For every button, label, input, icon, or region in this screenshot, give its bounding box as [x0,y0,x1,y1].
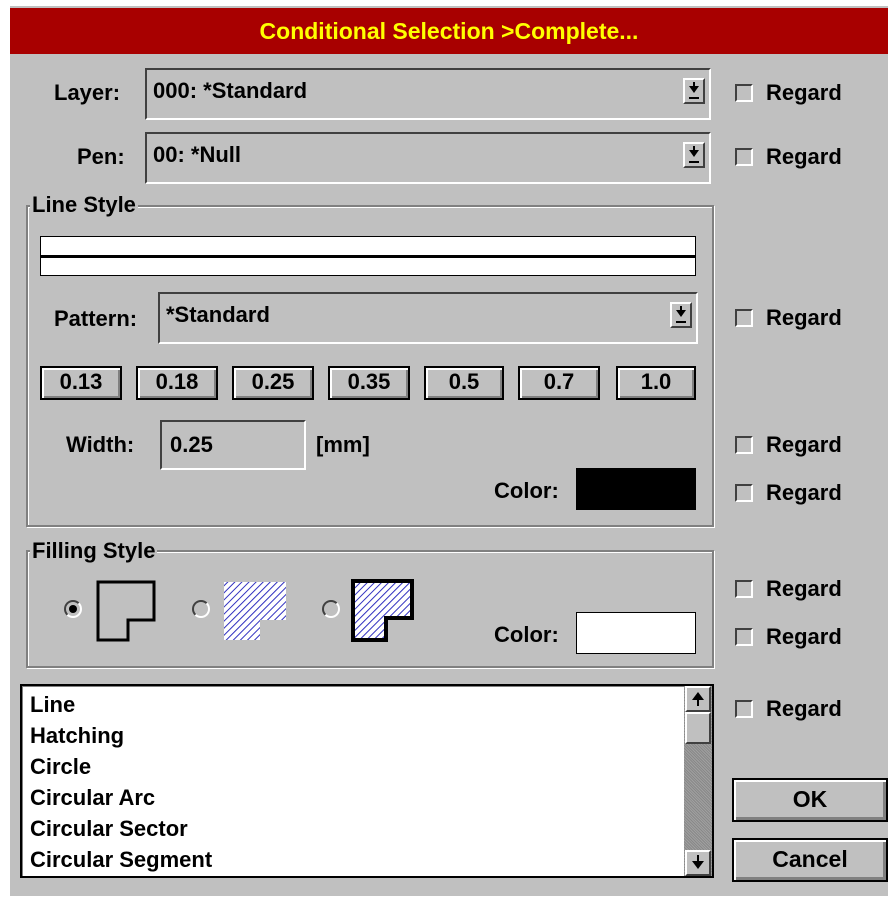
line-color-regard-label: Regard [766,480,842,505]
pattern-value: *Standard [166,302,270,327]
layer-regard-checkbox[interactable] [735,84,753,102]
cancel-button[interactable]: Cancel [732,838,888,882]
fill-style-regard-checkbox[interactable] [735,580,753,598]
element-type-list[interactable]: Line Hatching Circle Circular Arc Circul… [20,684,714,878]
list-item[interactable]: Circular Arc [30,785,155,811]
layer-label: Layer: [54,80,121,105]
fill-color-regard-checkbox[interactable] [735,628,753,646]
width-preset-button[interactable]: 0.5 [424,366,504,400]
pen-value: 00: *Null [153,142,242,167]
line-preview [40,236,696,276]
element-type-regard-checkbox[interactable] [735,700,753,718]
pattern-regard-label: Regard [766,305,842,330]
width-regard-label: Regard [766,432,842,457]
list-scrollbar[interactable] [684,686,712,876]
fill-empty-shape-icon [96,580,156,642]
list-item[interactable]: Hatching [30,723,124,749]
filling-style-title: Filling Style [30,538,158,564]
dropdown-arrow-icon[interactable] [683,142,705,168]
layer-value: 000: *Standard [153,78,308,103]
line-color-label: Color: [494,478,559,503]
pen-regard-checkbox[interactable] [735,148,753,166]
scroll-down-arrow-icon[interactable] [685,850,711,876]
scroll-up-arrow-icon[interactable] [685,686,711,712]
ok-button[interactable]: OK [732,778,888,822]
width-preset-button[interactable]: 1.0 [616,366,696,400]
width-preset-button[interactable]: 0.35 [328,366,410,400]
fill-style-regard-label: Regard [766,576,842,601]
pattern-combo[interactable]: *Standard [158,292,698,344]
title-bar: Conditional Selection >Complete... [10,8,888,54]
fill-hatched-shape-icon [224,582,286,640]
pattern-label: Pattern: [54,306,138,331]
pattern-regard-checkbox[interactable] [735,309,753,327]
element-type-regard-label: Regard [766,696,842,721]
fill-none-radio[interactable] [64,600,82,618]
pen-combo[interactable]: 00: *Null [145,132,711,184]
list-item[interactable]: Circular Sector [30,816,188,842]
line-style-title: Line Style [30,192,138,218]
fill-hatched-outline-shape-icon [351,579,414,642]
fill-color-swatch[interactable] [576,612,696,654]
list-item[interactable]: Line [30,692,75,718]
list-item[interactable]: Circle [30,754,91,780]
line-color-swatch[interactable] [576,468,696,510]
width-label: Width: [66,432,135,457]
line-color-regard-checkbox[interactable] [735,484,753,502]
fill-color-regard-label: Regard [766,624,842,649]
fill-hatched-outline-radio[interactable] [322,600,340,618]
fill-color-label: Color: [494,622,559,647]
width-preset-button[interactable]: 0.7 [518,366,600,400]
width-regard-checkbox[interactable] [735,436,753,454]
dropdown-arrow-icon[interactable] [683,78,705,104]
layer-combo[interactable]: 000: *Standard [145,68,711,120]
width-input[interactable]: 0.25 [160,420,306,470]
scroll-thumb[interactable] [685,712,711,744]
list-item[interactable]: Circular Segment [30,847,212,873]
fill-hatched-radio[interactable] [192,600,210,618]
dropdown-arrow-icon[interactable] [670,302,692,328]
width-unit: [mm] [316,432,370,457]
pen-regard-label: Regard [766,144,842,169]
width-preset-button[interactable]: 0.18 [136,366,218,400]
layer-regard-label: Regard [766,80,842,105]
pen-label: Pen: [77,144,125,169]
width-preset-button[interactable]: 0.25 [232,366,314,400]
width-value: 0.25 [170,432,213,457]
width-preset-button[interactable]: 0.13 [40,366,122,400]
